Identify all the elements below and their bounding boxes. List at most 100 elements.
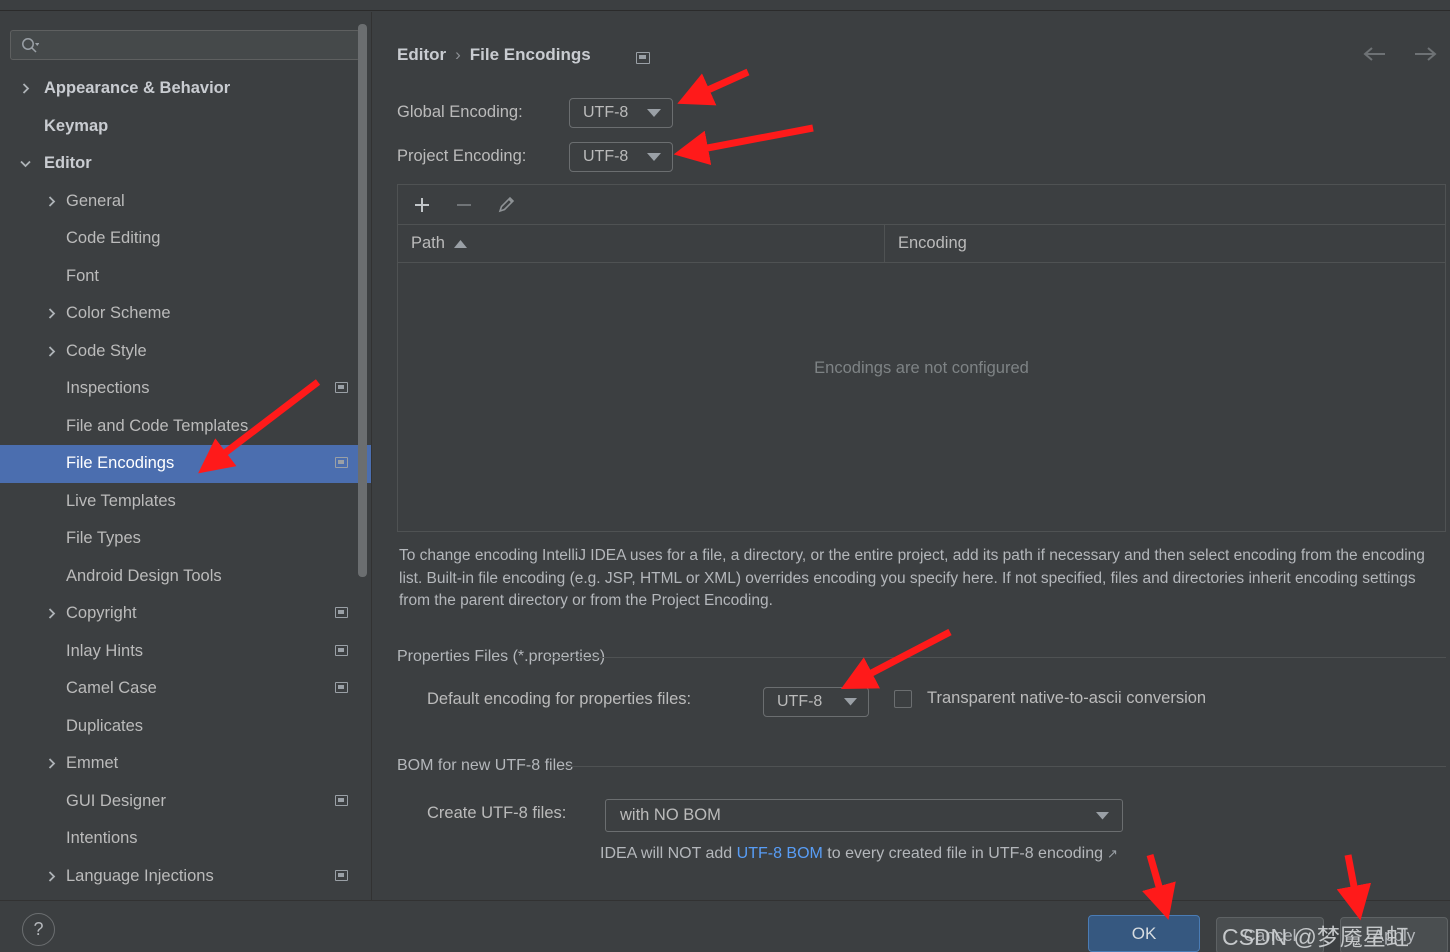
sidebar-item-duplicates[interactable]: Duplicates: [0, 708, 371, 746]
chevron-down-icon: [1096, 811, 1109, 819]
sidebar-item-emmet[interactable]: Emmet: [0, 745, 371, 783]
project-scope-badge-icon: [335, 682, 348, 693]
project-scope-badge-icon: [335, 869, 348, 881]
sidebar-item-label: Appearance & Behavior: [44, 79, 231, 97]
bom-note: IDEA will NOT add UTF-8 BOM to every cre…: [600, 845, 1118, 863]
sidebar-item-label: Emmet: [66, 754, 119, 772]
project-encoding-dropdown[interactable]: UTF-8: [569, 142, 673, 172]
sidebar-item-file-types[interactable]: File Types: [0, 520, 371, 558]
settings-tree: Appearance & Behavior Keymap Editor General…: [0, 70, 371, 896]
chevron-right-icon[interactable]: [44, 595, 58, 633]
title-glyph: [160, 0, 182, 8]
sidebar-item-live-templates[interactable]: Live Templates: [0, 483, 371, 521]
encodings-description: To change encoding IntelliJ IDEA uses fo…: [399, 547, 1425, 609]
breadcrumb-current: File Encodings: [469, 45, 591, 64]
external-link-icon: ↗: [1107, 846, 1118, 861]
sidebar-item-copyright[interactable]: Copyright: [0, 595, 371, 633]
sidebar-item-font[interactable]: Font: [0, 258, 371, 296]
remove-path-button[interactable]: [453, 194, 475, 216]
column-header-path[interactable]: Path: [398, 225, 885, 262]
sidebar-item-android-design-tools[interactable]: Android Design Tools: [0, 558, 371, 596]
sidebar-item-label: General: [66, 191, 125, 210]
sidebar-item-code-style[interactable]: Code Style: [0, 333, 371, 371]
sidebar-item-label: Editor: [44, 154, 92, 172]
sidebar-item-inlay-hints[interactable]: Inlay Hints: [0, 633, 371, 671]
project-scope-badge-icon: [636, 52, 650, 64]
sidebar-item-label: File Encodings: [66, 454, 175, 472]
sidebar-item-camel-case[interactable]: Camel Case: [0, 670, 371, 708]
add-path-button[interactable]: [411, 194, 433, 216]
chevron-right-icon[interactable]: [18, 70, 32, 108]
sidebar-item-intentions[interactable]: Intentions: [0, 820, 371, 858]
utf8-bom-link[interactable]: UTF-8 BOM: [737, 845, 823, 862]
sidebar-item-code-editing[interactable]: Code Editing: [0, 220, 371, 258]
column-header-encoding-label: Encoding: [898, 234, 967, 252]
chevron-right-icon[interactable]: [44, 183, 58, 221]
plus-icon: [415, 197, 429, 212]
sidebar-item-language-injections[interactable]: Language Injections: [0, 858, 371, 896]
chevron-right-icon[interactable]: [44, 333, 58, 371]
sidebar-item-label: Code Style: [66, 341, 147, 360]
sidebar-item-label: File Types: [66, 529, 141, 547]
sidebar-item-color-scheme[interactable]: Color Scheme: [0, 295, 371, 333]
breadcrumb: Editor › File Encodings: [397, 45, 591, 65]
chevron-down-icon: [647, 108, 661, 117]
project-scope-badge-icon: [335, 457, 348, 468]
chevron-right-icon[interactable]: [44, 745, 58, 783]
properties-group-divider: [547, 657, 1446, 658]
breadcrumb-separator: ›: [455, 45, 461, 64]
sort-ascending-icon: [453, 239, 467, 248]
forward-arrow-icon[interactable]: [1412, 45, 1438, 63]
sidebar-item-label: Copyright: [66, 604, 137, 622]
navigation-arrows: [1362, 45, 1438, 63]
search-input[interactable]: [10, 30, 360, 60]
sidebar-scrollbar[interactable]: [358, 24, 367, 577]
transparent-native-to-ascii-label: Transparent native-to-ascii conversion: [927, 689, 1207, 707]
sidebar-item-label: GUI Designer: [66, 791, 166, 810]
column-header-encoding[interactable]: Encoding: [885, 225, 1445, 262]
chevron-down-icon: [844, 698, 857, 706]
sidebar-item-label: Live Templates: [66, 491, 176, 510]
transparent-native-to-ascii-checkbox-row[interactable]: Transparent native-to-ascii conversion: [894, 689, 1206, 708]
help-button[interactable]: ?: [22, 913, 55, 946]
encodings-table-toolbar: [398, 185, 1445, 225]
project-encoding-label: Project Encoding:: [397, 147, 527, 165]
sidebar-item-label: Duplicates: [66, 716, 144, 735]
intellij-idea-logo: [17, 0, 43, 10]
settings-dialog: Appearance & Behavior Keymap Editor General…: [0, 0, 1450, 952]
ok-button[interactable]: OK: [1088, 915, 1200, 952]
sidebar-item-keymap[interactable]: Keymap: [0, 108, 371, 146]
sidebar-item-gui-designer[interactable]: GUI Designer: [0, 783, 371, 821]
default-properties-encoding-label: Default encoding for properties files:: [427, 690, 692, 708]
sidebar-item-editor[interactable]: Editor: [0, 145, 371, 183]
encodings-table-body[interactable]: Encodings are not configured: [398, 263, 1445, 530]
transparent-native-to-ascii-checkbox[interactable]: [894, 689, 912, 708]
sidebar-item-file-and-code-templates[interactable]: File and Code Templates: [0, 408, 371, 446]
sidebar-item-label: Android Design Tools: [66, 566, 222, 585]
edit-path-button[interactable]: [495, 194, 517, 216]
chevron-down-icon[interactable]: [18, 145, 32, 183]
search-field-wrapper[interactable]: [10, 30, 360, 60]
breadcrumb-parent[interactable]: Editor: [397, 45, 446, 64]
watermark: CSDN @梦魇星虹: [1222, 924, 1409, 950]
sidebar-item-file-encodings[interactable]: File Encodings: [0, 445, 371, 483]
create-utf8-files-dropdown[interactable]: with NO BOM: [605, 799, 1123, 832]
sidebar-item-label: Code Editing: [66, 229, 161, 247]
sidebar-item-label: Font: [66, 266, 100, 285]
bom-group-title: BOM for new UTF-8 files: [397, 757, 583, 775]
encodings-table-panel: Path Encoding Encodings are not configur…: [397, 184, 1446, 532]
sidebar-item-appearance-behavior[interactable]: Appearance & Behavior: [0, 70, 371, 108]
sidebar-item-inspections[interactable]: Inspections: [0, 370, 371, 408]
edit-pencil-icon: [498, 196, 515, 212]
project-scope-badge-icon: [335, 607, 348, 618]
column-header-path-label: Path: [411, 234, 445, 252]
back-arrow-icon[interactable]: [1362, 45, 1388, 63]
sidebar-item-label: Intentions: [66, 829, 138, 847]
sidebar-item-general[interactable]: General: [0, 183, 371, 221]
global-encoding-dropdown[interactable]: UTF-8: [569, 98, 673, 128]
project-encoding-value: UTF-8: [583, 148, 629, 165]
bom-group-divider: [559, 766, 1446, 767]
chevron-right-icon[interactable]: [44, 858, 58, 896]
chevron-right-icon[interactable]: [44, 295, 58, 333]
default-properties-encoding-dropdown[interactable]: UTF-8: [763, 687, 869, 717]
